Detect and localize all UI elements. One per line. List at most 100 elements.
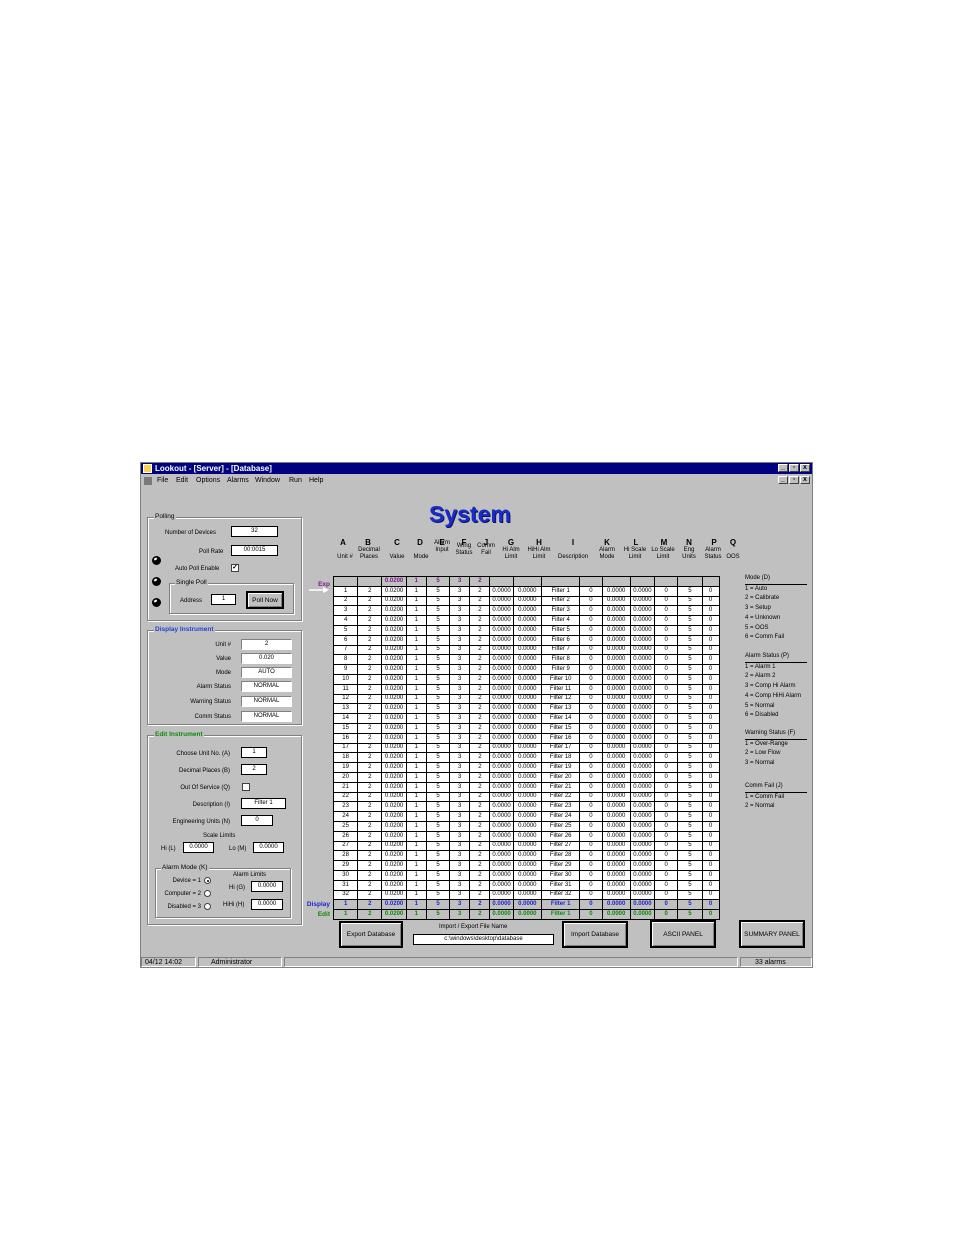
grid-cell[interactable]: 0 xyxy=(579,693,603,705)
grid-cell[interactable]: 0 xyxy=(579,830,603,842)
grid-cell[interactable]: 0.0000 xyxy=(629,781,656,793)
grid-cell[interactable]: 0.0000 xyxy=(601,820,631,832)
grid-cell[interactable]: Filter 6 xyxy=(540,634,581,646)
grid-cell[interactable]: 0 xyxy=(579,850,603,862)
grid-cell[interactable]: 0 xyxy=(701,801,720,813)
grid-cell[interactable]: 31 xyxy=(332,879,359,891)
grid-cell[interactable]: 0 xyxy=(654,850,679,862)
grid-cell[interactable]: 2 xyxy=(357,654,383,666)
grid-cell[interactable]: 1 xyxy=(405,742,427,754)
grid-cell[interactable]: 2 xyxy=(469,673,491,685)
grid-cell[interactable]: 0 xyxy=(654,722,679,734)
grid-cell[interactable]: 2 xyxy=(357,781,383,793)
grid-cell[interactable]: 0 xyxy=(701,850,720,862)
grid-cell[interactable]: Filter 11 xyxy=(540,683,581,695)
grid-cell[interactable]: 0.0000 xyxy=(489,654,514,666)
grid-cell[interactable]: 0 xyxy=(654,752,679,764)
grid-cell[interactable]: 5 xyxy=(425,713,451,724)
grid-cell[interactable]: 0.0000 xyxy=(489,713,514,724)
grid-cell[interactable]: 3 xyxy=(449,683,471,695)
grid-cell[interactable]: 10 xyxy=(332,673,359,685)
grid-cell[interactable]: 18 xyxy=(332,752,359,764)
grid-cell[interactable]: 0.0000 xyxy=(489,879,514,891)
grid-cell[interactable]: 5 xyxy=(677,840,703,852)
grid-cell[interactable]: 1 xyxy=(405,683,427,695)
grid-cell[interactable]: 0 xyxy=(579,644,603,656)
grid-cell[interactable]: 0.0000 xyxy=(601,703,631,715)
grid-cell[interactable]: 0.0200 xyxy=(381,644,407,656)
grid-cell[interactable]: 0.0200 xyxy=(381,595,407,607)
grid-cell[interactable]: 0.0000 xyxy=(512,634,542,646)
grid-cell[interactable]: 5 xyxy=(677,781,703,793)
grid-cell[interactable]: 1 xyxy=(405,713,427,724)
grid-cell[interactable]: 0 xyxy=(701,771,720,783)
grid-cell[interactable]: 0 xyxy=(701,742,720,754)
grid-cell[interactable]: 0.0000 xyxy=(512,820,542,832)
grid-cell[interactable]: 2 xyxy=(357,801,383,813)
grid-cell[interactable]: 5 xyxy=(425,732,451,744)
grid-cell[interactable]: 0.0000 xyxy=(629,683,656,695)
grid-cell[interactable]: 3 xyxy=(449,722,471,734)
grid-cell[interactable]: 5 xyxy=(677,869,703,881)
grid-cell[interactable]: 0 xyxy=(701,634,720,646)
grid-cell[interactable]: 2 xyxy=(357,869,383,881)
oos-checkbox[interactable] xyxy=(242,783,250,791)
grid-cell[interactable]: 0.0000 xyxy=(512,889,542,901)
grid-cell[interactable]: 0 xyxy=(654,762,679,773)
grid-cell[interactable]: 0.0000 xyxy=(489,889,514,901)
grid-cell[interactable]: Filter 4 xyxy=(540,615,581,626)
grid-cell[interactable]: 0 xyxy=(579,889,603,901)
grid-cell[interactable]: 0 xyxy=(701,703,720,715)
grid-cell[interactable]: 5 xyxy=(425,654,451,666)
grid-cell[interactable]: 2 xyxy=(357,879,383,891)
grid-cell[interactable]: 0 xyxy=(579,781,603,793)
grid-cell[interactable]: 0 xyxy=(654,820,679,832)
grid-cell[interactable]: 1 xyxy=(405,732,427,744)
grid-cell[interactable]: 1 xyxy=(405,811,427,822)
num-devices-field[interactable]: 32 xyxy=(231,526,278,537)
grid-cell[interactable]: 1 xyxy=(405,585,427,597)
grid-cell[interactable]: 2 xyxy=(357,624,383,636)
grid-cell[interactable]: 1 xyxy=(405,752,427,764)
grid-cell[interactable]: 1 xyxy=(405,624,427,636)
grid-cell[interactable]: 0.0000 xyxy=(629,771,656,783)
grid-cell[interactable]: 0.0000 xyxy=(512,830,542,842)
grid-cell[interactable]: 0 xyxy=(701,830,720,842)
grid-cell[interactable]: 1 xyxy=(405,693,427,705)
grid-cell[interactable]: 0.0000 xyxy=(601,644,631,656)
grid-cell[interactable]: 0.0000 xyxy=(489,801,514,813)
grid-cell[interactable]: 0.0000 xyxy=(601,869,631,881)
grid-cell[interactable]: 2 xyxy=(357,820,383,832)
grid-cell[interactable]: 3 xyxy=(449,840,471,852)
grid-cell[interactable]: 2 xyxy=(357,732,383,744)
grid-cell[interactable]: 2 xyxy=(469,664,491,675)
grid-cell[interactable]: 2 xyxy=(469,703,491,715)
grid-cell[interactable]: 5 xyxy=(677,703,703,715)
grid-cell[interactable]: 0.0000 xyxy=(629,752,656,764)
grid-cell[interactable]: 5 xyxy=(425,742,451,754)
grid-cell[interactable]: 0.0000 xyxy=(629,889,656,901)
grid-cell[interactable]: 1 xyxy=(405,605,427,617)
grid-cell[interactable]: 0.0000 xyxy=(601,860,631,871)
grid-cell[interactable]: 0.0000 xyxy=(629,624,656,636)
grid-cell[interactable]: 0.0000 xyxy=(629,801,656,813)
grid-cell[interactable]: 0 xyxy=(701,811,720,822)
grid-cell[interactable]: 0 xyxy=(654,585,679,597)
grid-cell[interactable]: 0.0000 xyxy=(601,781,631,793)
grid-cell[interactable]: 5 xyxy=(677,742,703,754)
grid-cell[interactable]: 3 xyxy=(449,752,471,764)
grid-cell[interactable]: 5 xyxy=(677,889,703,901)
grid-cell[interactable]: 3 xyxy=(449,595,471,607)
grid-cell[interactable]: Filter 32 xyxy=(540,889,581,901)
grid-cell[interactable]: Filter 23 xyxy=(540,801,581,813)
grid-cell[interactable]: 2 xyxy=(469,693,491,705)
grid-cell[interactable]: 0.0000 xyxy=(489,830,514,842)
grid-cell[interactable]: 5 xyxy=(677,585,703,597)
grid-cell[interactable]: 0 xyxy=(654,693,679,705)
grid-cell[interactable]: 0.0200 xyxy=(381,879,407,891)
grid-cell[interactable]: 5 xyxy=(677,654,703,666)
grid-cell[interactable]: 5 xyxy=(425,595,451,607)
grid-cell[interactable]: 0.0000 xyxy=(512,869,542,881)
grid-cell[interactable]: 3 xyxy=(449,869,471,881)
grid-cell[interactable]: 0 xyxy=(701,752,720,764)
